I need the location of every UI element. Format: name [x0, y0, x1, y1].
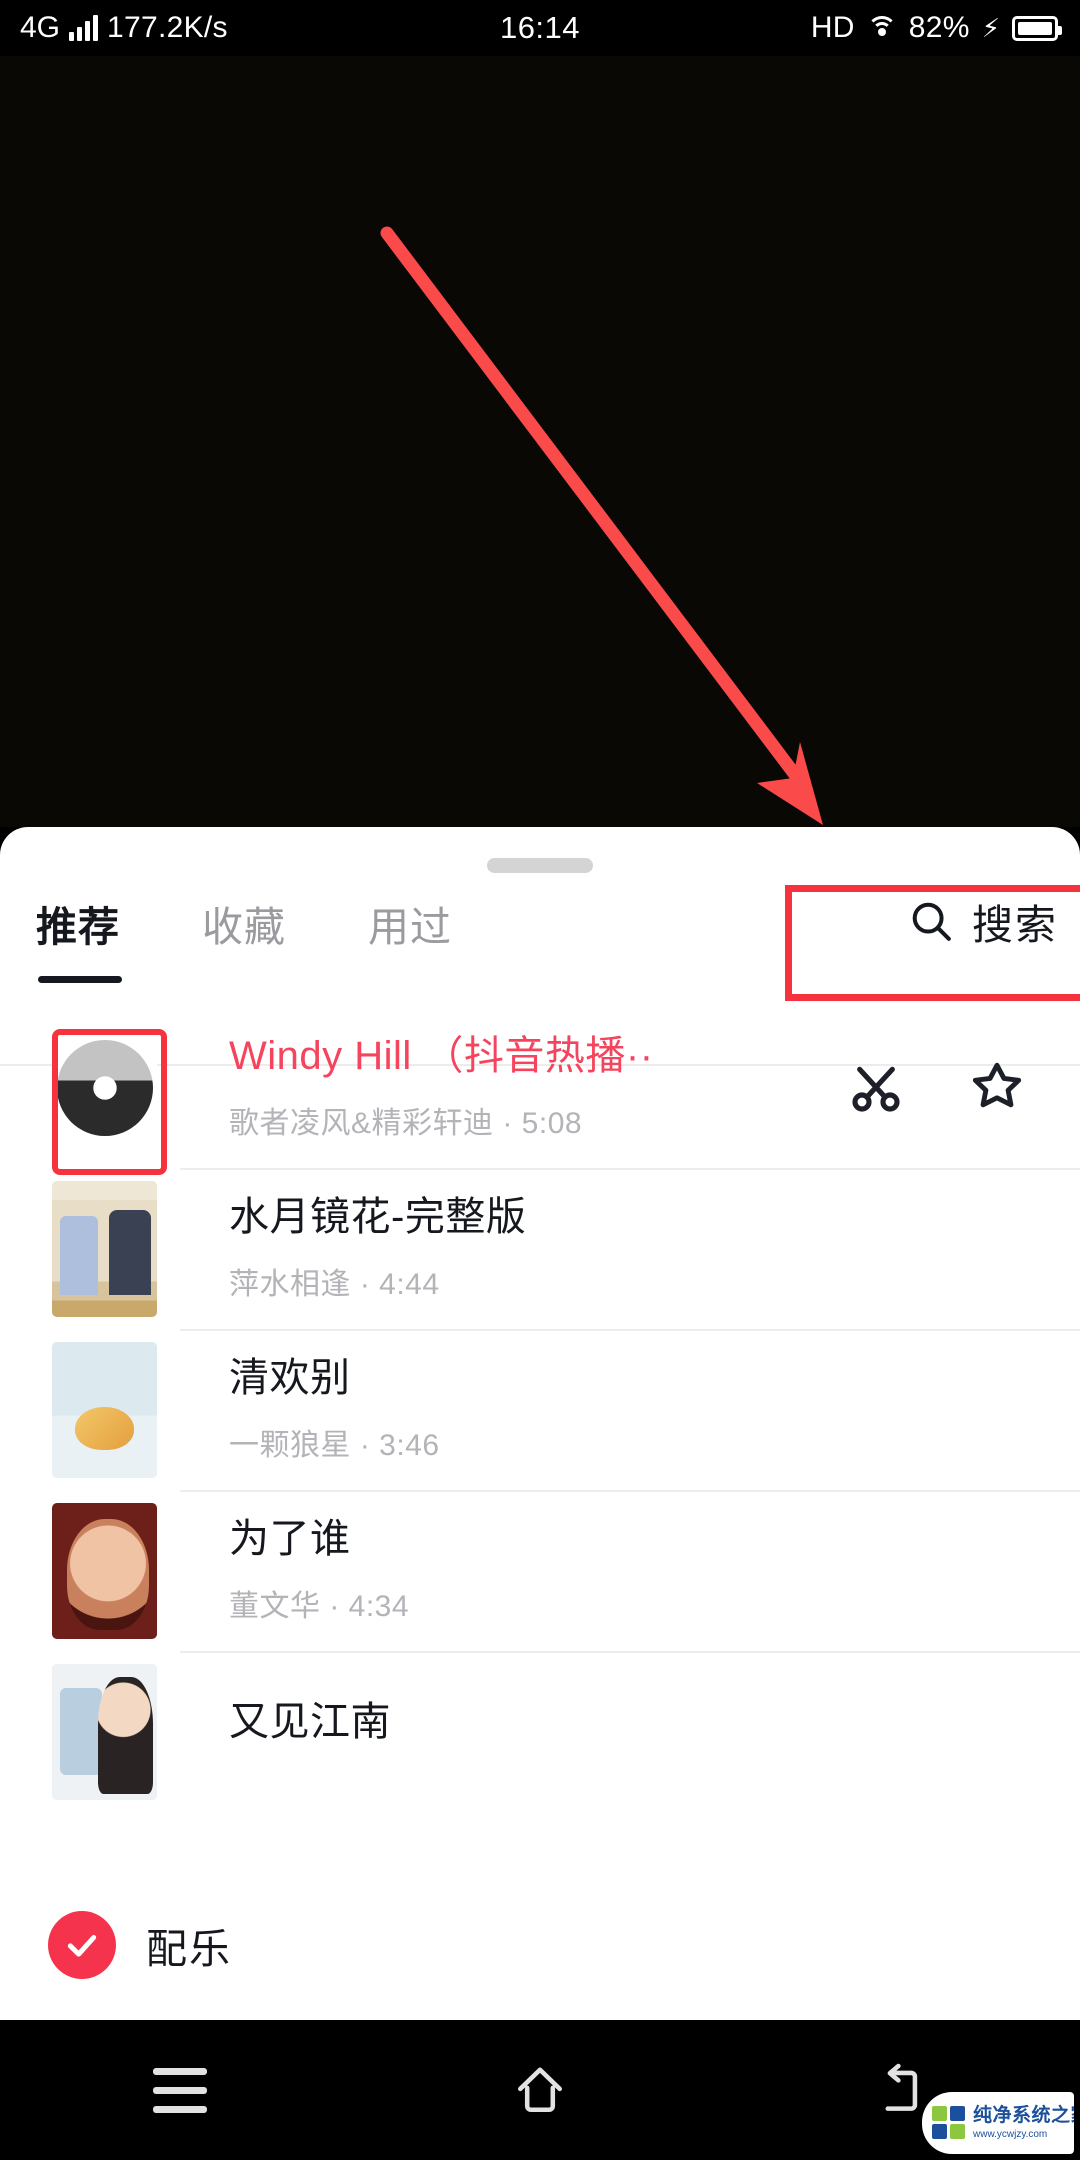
track-subtitle: 一颗狼星 · 3:46	[229, 1429, 440, 1463]
row-separator	[180, 1329, 1080, 1331]
track-title: Windy Hill （抖音热播··	[229, 1033, 654, 1078]
search-highlight-box	[785, 885, 1080, 1001]
check-icon	[67, 1935, 97, 1957]
menu-button[interactable]	[105, 2020, 255, 2160]
phone-screen: 4G 177.2K/s 16:14 HD 82% ⚡ 推荐 收藏 用过 搜索 W…	[0, 0, 1080, 2160]
row-separator	[180, 1168, 1080, 1170]
track-cover[interactable]	[52, 1663, 157, 1800]
track-row[interactable]: 水月镜花-完整版 萍水相逢 · 4:44	[0, 1168, 1080, 1329]
track-cover[interactable]	[52, 1341, 157, 1478]
home-icon	[518, 2067, 562, 2112]
tab-recommend[interactable]: 推荐	[36, 887, 122, 983]
row-separator	[180, 1490, 1080, 1492]
track-meta: 水月镜花-完整版 萍水相逢 · 4:44	[229, 1194, 526, 1303]
system-nav-bar	[0, 2020, 1080, 2160]
watermark-brand: 纯净系统之家	[973, 2104, 1074, 2126]
wifi-icon	[866, 16, 897, 40]
status-bar: 4G 177.2K/s 16:14 HD 82% ⚡	[0, 0, 1080, 56]
track-meta: 清欢别 一颗狼星 · 3:46	[229, 1355, 440, 1464]
track-row[interactable]: 又见江南	[0, 1651, 1080, 1812]
home-button[interactable]	[465, 2020, 615, 2160]
clock-label: 16:14	[499, 10, 581, 45]
site-watermark: 纯净系统之家 www.ycwjzy.com	[922, 2092, 1074, 2154]
hamburger-icon	[153, 2067, 207, 2113]
cut-icon[interactable]	[848, 1060, 904, 1116]
drag-handle[interactable]	[487, 858, 593, 873]
track-row[interactable]: 清欢别 一颗狼星 · 3:46	[0, 1329, 1080, 1490]
track-title: 水月镜花-完整版	[229, 1194, 527, 1239]
battery-icon	[1012, 15, 1062, 41]
track-meta: 又见江南	[229, 1699, 391, 1764]
tab-used[interactable]: 用过	[368, 887, 452, 953]
soundtrack-bar[interactable]: 配乐	[0, 1818, 1080, 2020]
watermark-url: www.ycwjzy.com	[973, 2128, 1048, 2140]
cover-highlight-box	[52, 1029, 167, 1175]
battery-percent-label: 82%	[908, 11, 970, 44]
row-separator	[180, 1651, 1080, 1653]
track-cover[interactable]	[52, 1180, 157, 1317]
hd-label: HD	[810, 11, 855, 44]
track-subtitle: 董文华 · 4:34	[229, 1590, 410, 1624]
track-cover[interactable]	[52, 1502, 157, 1639]
tab-favorites-label: 收藏	[202, 904, 286, 950]
tab-recommend-label: 推荐	[36, 904, 120, 950]
track-subtitle: 萍水相逢 · 4:44	[229, 1268, 440, 1302]
tab-used-label: 用过	[368, 904, 452, 950]
star-icon[interactable]	[966, 1057, 1028, 1119]
track-meta: 为了谁 董文华 · 4:34	[229, 1516, 409, 1625]
track-subtitle: 歌者凌风&精彩轩迪 · 5:08	[229, 1107, 583, 1141]
status-bar-right: HD 82% ⚡	[810, 11, 1062, 44]
soundtrack-label: 配乐	[146, 1926, 232, 1972]
tab-active-indicator	[38, 976, 122, 983]
tab-favorites[interactable]: 收藏	[202, 887, 286, 953]
soundtrack-checkbox[interactable]	[48, 1911, 116, 1979]
track-meta: Windy Hill （抖音热播·· 歌者凌风&精彩轩迪 · 5:08	[229, 1033, 654, 1142]
music-picker-sheet: 推荐 收藏 用过 搜索 Windy Hill （抖音热播·· 歌者凌风&精彩轩迪…	[0, 827, 1080, 2020]
video-preview-backdrop[interactable]	[0, 56, 1080, 827]
watermark-text: 纯净系统之家 www.ycwjzy.com	[973, 2106, 1074, 2141]
watermark-logo-icon	[932, 2106, 966, 2140]
charging-bolt-icon: ⚡	[981, 13, 1000, 43]
track-title: 为了谁	[229, 1516, 351, 1561]
track-row[interactable]: 为了谁 董文华 · 4:34	[0, 1490, 1080, 1651]
track-title: 又见江南	[229, 1699, 391, 1744]
track-title: 清欢别	[229, 1355, 351, 1400]
track-actions	[848, 1057, 1028, 1119]
